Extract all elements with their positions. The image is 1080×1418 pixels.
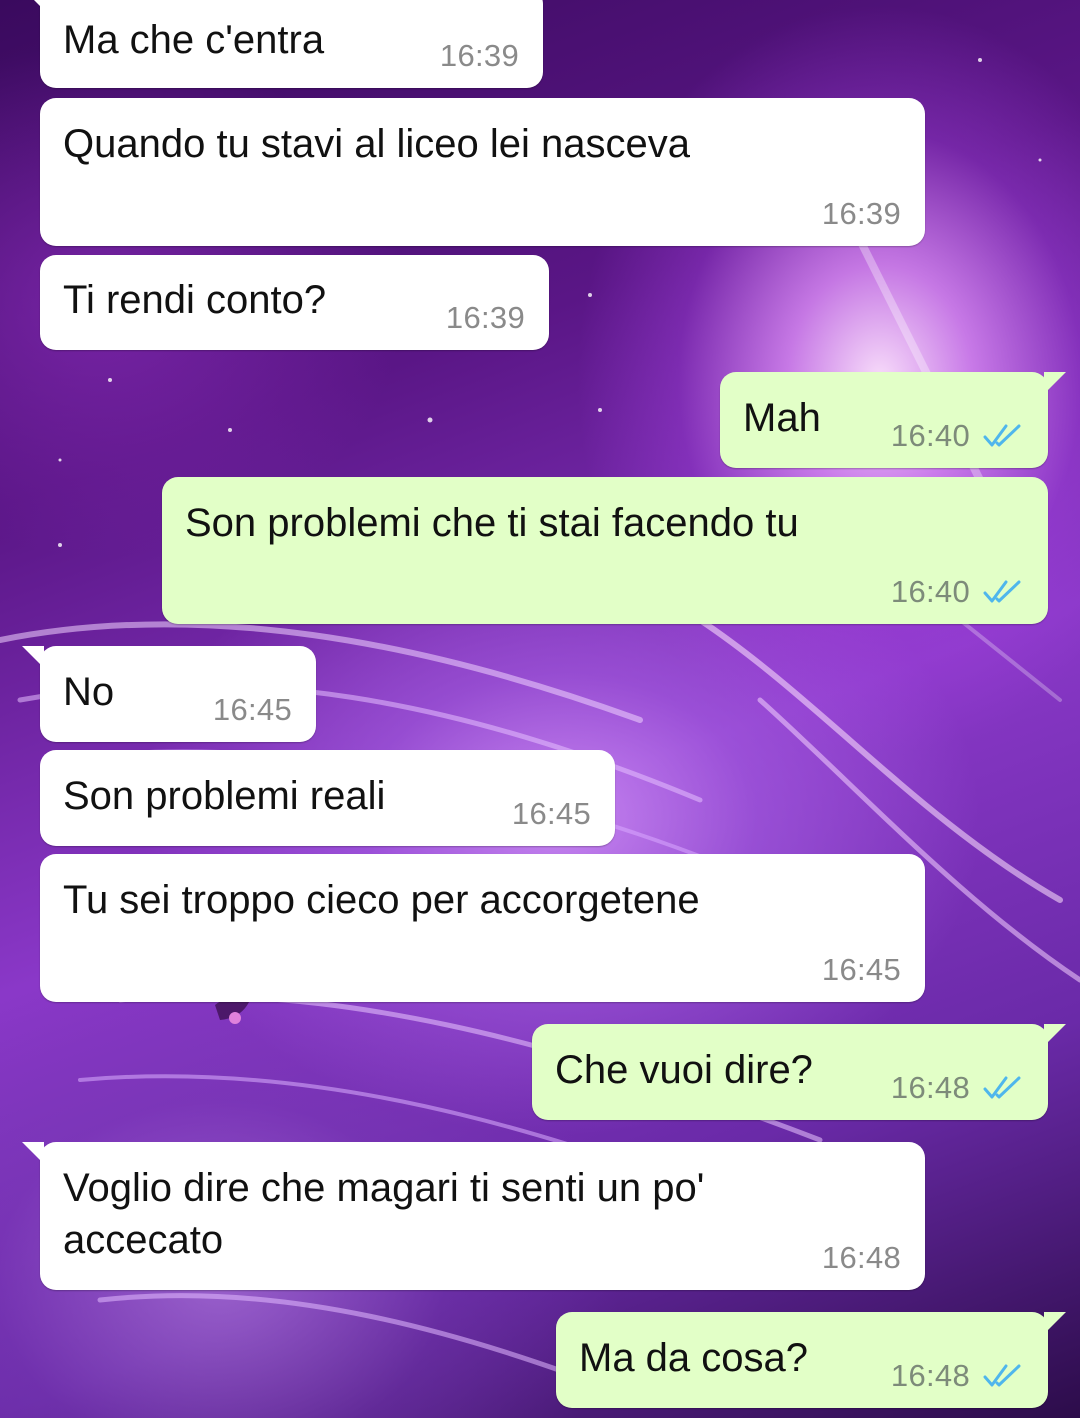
outgoing-message-bubble[interactable]: Son problemi che ti stai facendo tu 16:4… — [162, 477, 1048, 624]
outgoing-message-bubble[interactable]: Mah 16:40 — [720, 372, 1066, 468]
message-time: 16:48 — [890, 1358, 970, 1393]
message-time: 16:48 — [821, 1240, 901, 1275]
message-text: No — [63, 670, 115, 714]
double-check-icon — [983, 1364, 1021, 1387]
message-meta: 16:45 — [822, 952, 901, 988]
message-time: 16:45 — [511, 796, 591, 831]
message-text: Ti rendi conto? — [63, 278, 327, 322]
message-time: 16:40 — [890, 418, 970, 453]
message-time: 16:45 — [821, 952, 901, 987]
message-meta: 16:39 — [446, 300, 525, 336]
message-text: Tu sei troppo cieco per accorgetene — [63, 878, 700, 922]
message-text: Ma che c'entra — [63, 18, 325, 62]
message-time: 16:48 — [890, 1070, 970, 1105]
message-text: Ma da cosa? — [579, 1336, 809, 1380]
chat-message-list[interactable]: Ma che c'entra 16:39 Quando tu stavi al … — [0, 0, 1080, 1418]
message-time: 16:39 — [439, 38, 519, 73]
message-text: Che vuoi dire? — [555, 1048, 813, 1092]
incoming-message-bubble[interactable]: Son problemi reali 16:45 — [40, 750, 615, 846]
message-time: 16:40 — [890, 574, 970, 609]
incoming-message-bubble[interactable]: No 16:45 — [22, 646, 316, 742]
message-text: Mah — [743, 396, 821, 440]
double-check-icon — [983, 1076, 1021, 1099]
message-meta: 16:40 — [891, 418, 1024, 454]
outgoing-message-bubble[interactable]: Che vuoi dire? 16:48 — [532, 1024, 1066, 1120]
message-time: 16:39 — [821, 196, 901, 231]
incoming-message-bubble[interactable]: Tu sei troppo cieco per accorgetene 16:4… — [40, 854, 925, 1002]
message-meta: 16:39 — [822, 196, 901, 232]
message-meta: 16:40 — [891, 574, 1024, 610]
message-meta: 16:48 — [891, 1358, 1024, 1394]
message-meta: 16:48 — [822, 1240, 901, 1276]
incoming-message-bubble[interactable]: Ti rendi conto? 16:39 — [40, 255, 549, 350]
outgoing-message-bubble[interactable]: Ma da cosa? 16:48 — [556, 1312, 1066, 1408]
incoming-message-bubble[interactable]: Quando tu stavi al liceo lei nasceva 16:… — [40, 98, 925, 246]
double-check-icon — [983, 580, 1021, 603]
message-meta: 16:39 — [440, 38, 519, 74]
message-meta: 16:45 — [512, 796, 591, 832]
message-text: Son problemi che ti stai facendo tu — [185, 501, 799, 545]
message-meta: 16:45 — [213, 692, 292, 728]
incoming-message-bubble[interactable]: Voglio dire che magari ti senti un po' a… — [22, 1142, 925, 1290]
message-text: Quando tu stavi al liceo lei nasceva — [63, 122, 691, 166]
incoming-message-bubble[interactable]: Ma che c'entra 16:39 — [22, 0, 543, 88]
message-time: 16:45 — [212, 692, 292, 727]
message-time: 16:39 — [445, 300, 525, 335]
message-text: Voglio dire che magari ti senti un po' a… — [63, 1166, 705, 1262]
message-meta: 16:48 — [891, 1070, 1024, 1106]
message-text: Son problemi reali — [63, 774, 386, 818]
double-check-icon — [983, 424, 1021, 447]
